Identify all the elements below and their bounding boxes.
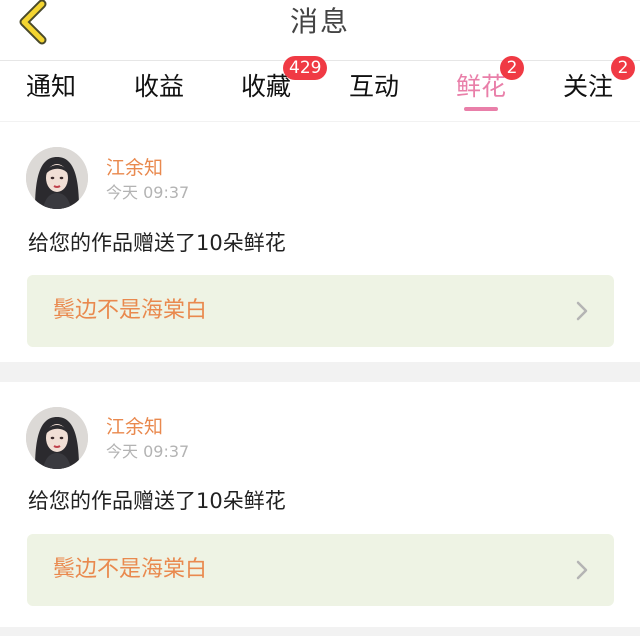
- avatar[interactable]: [26, 147, 88, 209]
- user-portrait-image: [26, 407, 88, 469]
- message-text: 给您的作品赠送了10朵鲜花: [28, 489, 286, 513]
- work-link[interactable]: 鬓边不是海棠白: [27, 534, 614, 606]
- unread-badge: 2: [611, 56, 635, 80]
- timestamp: 今天 09:37: [106, 183, 190, 202]
- tab-label: 收益: [133, 72, 184, 101]
- tab-label: 通知: [25, 72, 76, 101]
- tab-label: 互动: [348, 72, 399, 101]
- tab-interactions[interactable]: 互动: [321, 61, 427, 121]
- tab-notifications[interactable]: 通知: [0, 61, 104, 121]
- message-tabs: 通知 收益 收藏 429 互动 鲜花 2 关注 2: [0, 56, 640, 121]
- unread-badge: 2: [500, 56, 524, 80]
- avatar[interactable]: [26, 407, 88, 469]
- tab-favorites[interactable]: 收藏 429: [213, 56, 328, 121]
- tab-follows[interactable]: 关注 2: [535, 56, 640, 121]
- tab-label: 鲜花: [455, 72, 506, 101]
- user-portrait-image: [26, 147, 88, 209]
- page-title: 消息: [289, 5, 350, 38]
- sender-name[interactable]: 江余知: [106, 415, 163, 439]
- tab-earnings[interactable]: 收益: [106, 61, 212, 121]
- messages-page: 消息 通知 收益 收藏 429 互动 鲜花 2 关注 2 江余知 今天 09:3…: [0, 0, 640, 636]
- message-card: 江余知 今天 09:37 给您的作品赠送了10朵鲜花 鬓边不是海棠白: [0, 122, 640, 362]
- work-link[interactable]: 鬓边不是海棠白: [27, 275, 614, 347]
- tab-label: 关注: [562, 72, 613, 101]
- top-bar: 消息: [0, 0, 640, 60]
- sender-name[interactable]: 江余知: [106, 156, 163, 180]
- active-tab-indicator: [464, 107, 498, 111]
- timestamp: 今天 09:37: [106, 442, 190, 461]
- message-card: 江余知 今天 09:37 给您的作品赠送了10朵鲜花 鬓边不是海棠白: [0, 382, 640, 627]
- chevron-right-icon: [576, 560, 588, 580]
- chevron-right-icon: [576, 301, 588, 321]
- work-title: 鬓边不是海棠白: [53, 557, 208, 582]
- tab-flowers[interactable]: 鲜花 2: [428, 56, 534, 121]
- message-text: 给您的作品赠送了10朵鲜花: [28, 231, 286, 255]
- work-title: 鬓边不是海棠白: [53, 298, 208, 323]
